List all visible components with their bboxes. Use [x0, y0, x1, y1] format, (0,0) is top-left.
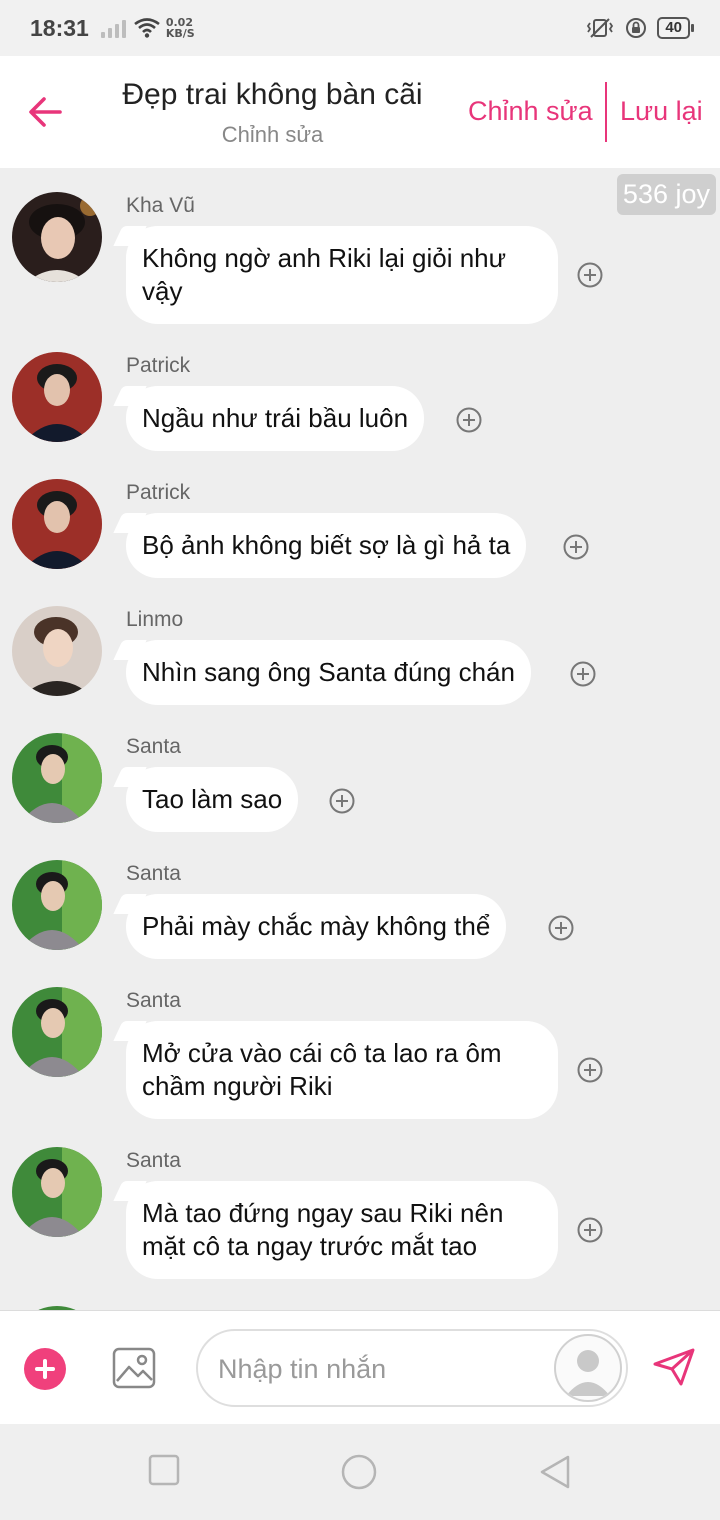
message-input[interactable]	[218, 1349, 538, 1389]
plus-circle-icon[interactable]	[577, 1217, 603, 1243]
send-icon[interactable]	[652, 1347, 696, 1387]
signal-icon	[100, 18, 126, 38]
plus-circle-icon[interactable]	[329, 788, 355, 814]
plus-circle-icon[interactable]	[570, 661, 596, 687]
avatar[interactable]	[12, 479, 102, 569]
back-arrow-icon[interactable]	[26, 92, 66, 132]
message-bubble[interactable]: Mở cửa vào cái cô ta lao ra ôm chầm ngườ…	[126, 1021, 558, 1119]
triangle-back-icon[interactable]	[538, 1454, 572, 1490]
message-input-wrapper	[196, 1329, 628, 1407]
sender-name: Santa	[126, 735, 181, 758]
message-input-bar	[0, 1310, 720, 1424]
sender-name: Santa	[126, 1149, 181, 1172]
plus-circle-icon[interactable]	[456, 407, 482, 433]
page-title: Đẹp trai không bàn cãi	[122, 78, 423, 111]
network-speed-unit: KB/S	[165, 27, 195, 40]
plus-circle-icon[interactable]	[577, 1057, 603, 1083]
rotation-lock-icon	[626, 18, 647, 38]
system-nav-bar	[0, 1424, 720, 1520]
image-icon[interactable]	[112, 1347, 156, 1389]
avatar[interactable]	[12, 860, 102, 950]
sender-name: Patrick	[126, 481, 191, 504]
wifi-icon	[134, 18, 160, 38]
square-icon[interactable]	[148, 1454, 180, 1486]
message-bubble[interactable]: Tao làm sao	[126, 767, 299, 832]
vibrate-mute-icon	[587, 18, 614, 38]
chat-header: Đẹp trai không bàn cãi Chỉnh sửa Chỉnh s…	[0, 56, 720, 168]
avatar[interactable]	[12, 733, 102, 823]
plus-circle-icon[interactable]	[577, 262, 603, 288]
header-divider	[605, 82, 607, 142]
status-bar: 18:31 0.02 KB/S 40	[0, 0, 720, 56]
message-bubble[interactable]: Mà tao đứng ngay sau Riki nên mặt cô ta …	[126, 1181, 558, 1279]
sender-name: Santa	[126, 989, 181, 1012]
sender-name: Patrick	[126, 354, 191, 377]
avatar[interactable]	[12, 987, 102, 1077]
message-bubble[interactable]: Bộ ảnh không biết sợ là gì hả ta	[126, 513, 527, 578]
battery-indicator: 40	[657, 17, 694, 39]
sender-name: Linmo	[126, 608, 184, 631]
status-time: 18:31	[30, 14, 89, 41]
message-bubble[interactable]: Ngầu như trái bầu luôn	[126, 386, 425, 451]
save-button[interactable]: Lưu lại	[620, 96, 703, 127]
network-speed: 0.02 KB/S	[166, 17, 195, 39]
avatar[interactable]	[12, 606, 102, 696]
message-bubble[interactable]: Phải mày chắc mày không thể	[126, 894, 507, 959]
avatar[interactable]	[12, 192, 102, 282]
page-subtitle: Chỉnh sửa	[221, 122, 324, 147]
sender-name: Santa	[126, 862, 181, 885]
avatar[interactable]	[12, 352, 102, 442]
user-avatar-icon[interactable]	[554, 1334, 622, 1402]
avatar[interactable]	[12, 1147, 102, 1237]
joy-badge: 536 joy	[616, 174, 716, 215]
message-bubble[interactable]: Không ngờ anh Riki lại giỏi như vậy	[126, 226, 558, 324]
plus-circle-icon[interactable]	[563, 534, 589, 560]
edit-button[interactable]: Chỉnh sửa	[468, 96, 593, 127]
add-attachment-button[interactable]	[24, 1348, 66, 1390]
circle-icon[interactable]	[341, 1454, 377, 1490]
title-block: Đẹp trai không bàn cãi Chỉnh sửa	[100, 78, 445, 148]
message-bubble[interactable]: Nhìn sang ông Santa đúng chán	[126, 640, 531, 705]
sender-name: Kha Vũ	[126, 194, 195, 217]
chat-area[interactable]: 536 joy Kha Vũ Không ngờ anh Riki lại gi…	[0, 168, 720, 1310]
plus-circle-icon[interactable]	[548, 915, 574, 941]
